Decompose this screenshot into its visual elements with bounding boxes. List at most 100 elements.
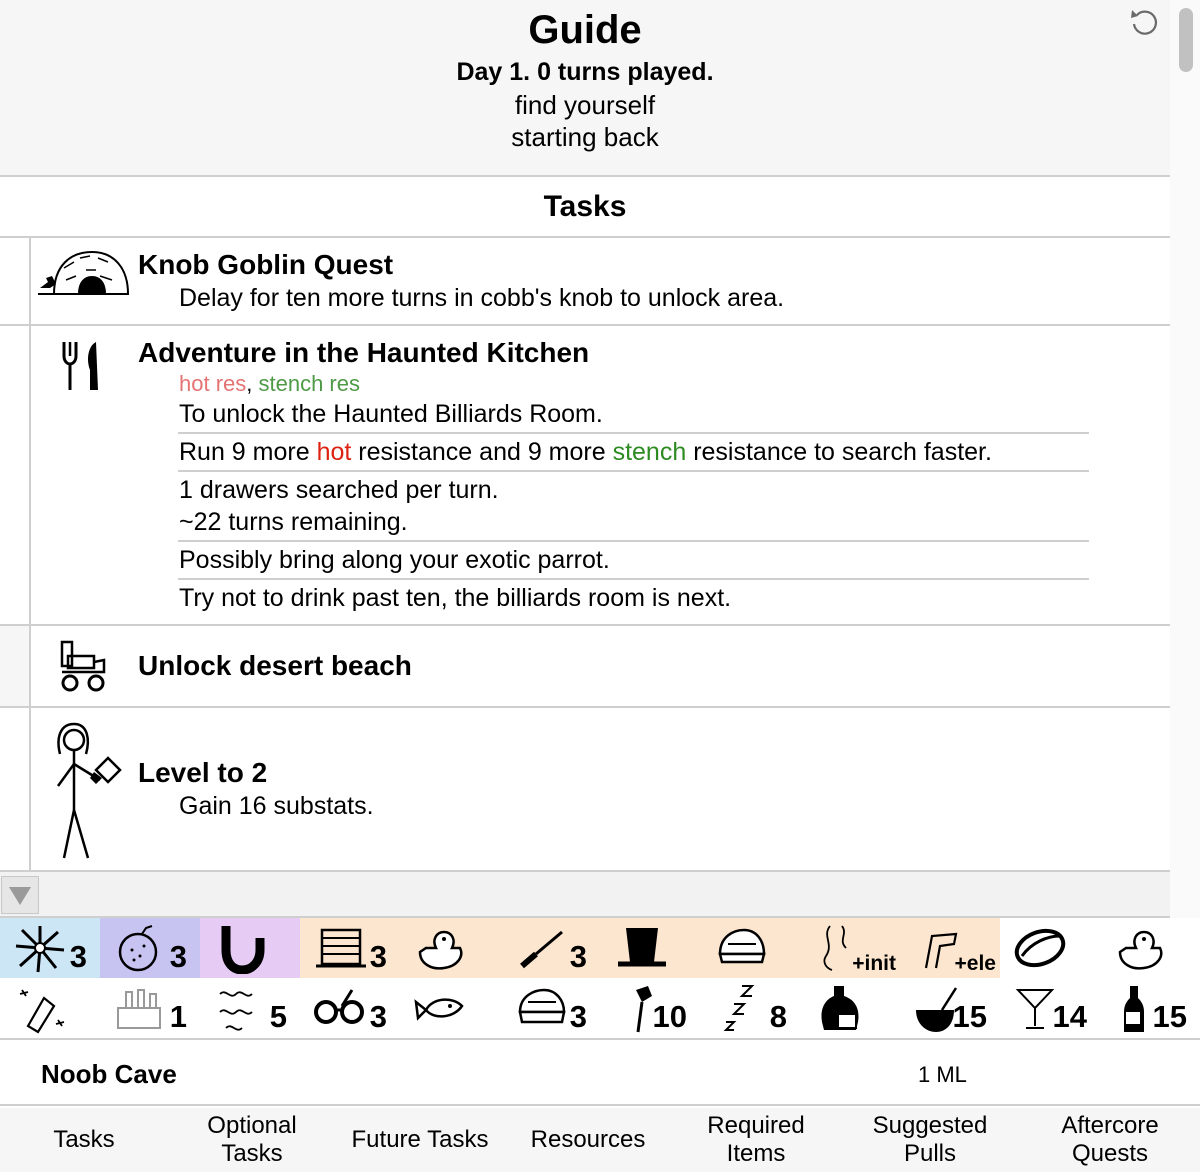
task-row-haunted-kitchen[interactable]: Adventure in the Haunted Kitchen hot res… bbox=[0, 326, 1170, 626]
resource-count: 3 bbox=[369, 939, 387, 974]
page-title: Guide bbox=[528, 8, 642, 52]
task-title: Adventure in the Haunted Kitchen bbox=[138, 337, 590, 368]
resource-count: 8 bbox=[769, 999, 787, 1034]
resource-knife[interactable]: 3 bbox=[500, 918, 600, 978]
tab-future-tasks[interactable]: Future Tasks bbox=[336, 1108, 504, 1172]
task-description: Delay for ten more turns in cobb's knob … bbox=[179, 284, 785, 312]
potion-bottle-icon bbox=[821, 986, 859, 1030]
resource-count: 3 bbox=[569, 939, 587, 974]
resource-elemental[interactable]: +ele bbox=[900, 918, 1000, 978]
tag-separator: , bbox=[246, 371, 259, 396]
resource-bomb[interactable]: 3 bbox=[100, 918, 200, 978]
task-row-desert-beach[interactable]: Unlock desert beach bbox=[0, 626, 1170, 708]
row-gutter bbox=[0, 626, 31, 706]
fish-icon bbox=[414, 998, 464, 1021]
top-hat-icon bbox=[618, 928, 666, 967]
resource-count: 1 bbox=[169, 999, 187, 1034]
stick-figure-icon bbox=[56, 722, 122, 859]
task-title: Knob Goblin Quest bbox=[138, 249, 394, 280]
tab-required-items[interactable]: Required Items bbox=[672, 1108, 840, 1172]
resource-count: 3 bbox=[369, 999, 387, 1034]
text-run: Run 9 more bbox=[179, 438, 317, 466]
castle-icon bbox=[117, 989, 161, 1029]
resource-count: 3 bbox=[69, 939, 87, 974]
collapse-bar bbox=[0, 872, 1170, 918]
resource-count: 10 bbox=[652, 999, 687, 1034]
resource-count: 3 bbox=[169, 939, 187, 974]
resource-count: +init bbox=[852, 952, 896, 975]
horseshoe-icon bbox=[221, 926, 265, 974]
tab-tasks[interactable]: Tasks bbox=[0, 1108, 168, 1172]
row-gutter bbox=[0, 238, 31, 324]
resource-liquor[interactable]: 15 bbox=[1100, 978, 1200, 1038]
bomb-icon bbox=[118, 925, 158, 972]
triangle-down-icon bbox=[9, 887, 31, 905]
hot-dog-icon bbox=[1014, 928, 1066, 968]
resource-count: 15 bbox=[952, 999, 987, 1034]
hot-word: hot bbox=[316, 438, 352, 466]
abacus-icon bbox=[316, 928, 366, 968]
rubber-duck-icon bbox=[1118, 930, 1163, 970]
resource-bowl[interactable]: 15 bbox=[900, 978, 1000, 1038]
scrollbar-track[interactable] bbox=[1170, 0, 1200, 918]
task-drink-line: Try not to drink past ten, the billiards… bbox=[179, 584, 732, 612]
scooter-icon bbox=[60, 640, 106, 692]
stench-word: stench bbox=[612, 438, 687, 466]
tab-optional-tasks[interactable]: Optional Tasks bbox=[168, 1108, 336, 1172]
resource-rose[interactable]: 10 bbox=[600, 978, 700, 1038]
task-row-level-to-2[interactable]: Level to 2 Gain 16 substats. bbox=[0, 708, 1170, 872]
resource-top-hat[interactable] bbox=[600, 918, 700, 978]
resource-wave[interactable]: 5 bbox=[200, 978, 300, 1038]
location-name[interactable]: Noob Cave bbox=[41, 1059, 177, 1090]
tab-resources[interactable]: Resources bbox=[504, 1108, 672, 1172]
tab-suggested-pulls[interactable]: Suggested Pulls bbox=[840, 1108, 1020, 1172]
resource-panel: 3 3 3 3 +init +ele 1 5 3 3 10 8 15 14 15 bbox=[0, 918, 1200, 1040]
stench-res-tag: stench res bbox=[258, 371, 361, 396]
sparkle-burst-icon bbox=[15, 926, 65, 973]
task-turns-line: ~22 turns remaining. bbox=[179, 508, 408, 536]
resource-glasses[interactable]: 3 bbox=[300, 978, 400, 1038]
resource-helmet[interactable] bbox=[700, 918, 800, 978]
task-title: Unlock desert beach bbox=[138, 650, 412, 681]
subtitle-line-1: find yourself bbox=[514, 90, 656, 120]
resource-abacus[interactable]: 3 bbox=[300, 918, 400, 978]
resource-duck[interactable] bbox=[400, 918, 500, 978]
resource-initiative[interactable]: +init bbox=[800, 918, 900, 978]
resource-helmet-2[interactable]: 3 bbox=[500, 978, 600, 1038]
scrollbar-thumb[interactable] bbox=[1179, 8, 1193, 72]
resistance-tags: hot res, stench res bbox=[179, 371, 360, 397]
tab-aftercore-quests[interactable]: Aftercore Quests bbox=[1020, 1108, 1200, 1172]
resource-horseshoe[interactable] bbox=[200, 918, 300, 978]
tab-bar: Tasks Optional Tasks Future Tasks Resour… bbox=[0, 1108, 1200, 1172]
resource-duck-2[interactable] bbox=[1100, 918, 1200, 978]
resource-potion[interactable] bbox=[800, 978, 900, 1038]
glasses-icon bbox=[314, 989, 364, 1024]
resource-crystal[interactable] bbox=[0, 978, 100, 1038]
resource-martini[interactable]: 14 bbox=[1000, 978, 1100, 1038]
task-description: Gain 16 substats. bbox=[179, 792, 374, 820]
resource-castle[interactable]: 1 bbox=[100, 978, 200, 1038]
resource-sparkle[interactable]: 3 bbox=[0, 918, 100, 978]
undo-arrow-icon[interactable] bbox=[1128, 5, 1162, 39]
rubber-duck-icon bbox=[418, 930, 463, 970]
resource-fish[interactable] bbox=[400, 978, 500, 1038]
knife-icon bbox=[520, 930, 563, 969]
line-divider bbox=[178, 470, 1089, 472]
hot-res-tag: hot res bbox=[179, 371, 247, 396]
location-bar: Noob Cave 1 ML bbox=[0, 1042, 1200, 1106]
resource-count: 5 bbox=[269, 999, 287, 1034]
helmet-icon bbox=[718, 928, 766, 964]
line-divider bbox=[178, 578, 1089, 580]
monster-level: 1 ML bbox=[918, 1062, 967, 1087]
task-drawers-line: 1 drawers searched per turn. bbox=[179, 476, 499, 504]
line-divider bbox=[178, 432, 1089, 434]
task-row-knob-goblin[interactable]: Knob Goblin Quest Delay for ten more tur… bbox=[0, 238, 1170, 326]
resource-hot-dog[interactable] bbox=[1000, 918, 1100, 978]
collapse-toggle[interactable] bbox=[1, 876, 39, 914]
helmet-icon bbox=[518, 988, 566, 1024]
line-divider bbox=[178, 540, 1089, 542]
resource-sleep[interactable]: 8 bbox=[700, 978, 800, 1038]
row-gutter bbox=[0, 708, 31, 870]
task-unlock-line: To unlock the Haunted Billiards Room. bbox=[179, 400, 603, 428]
text-run: resistance to search faster. bbox=[686, 438, 992, 466]
